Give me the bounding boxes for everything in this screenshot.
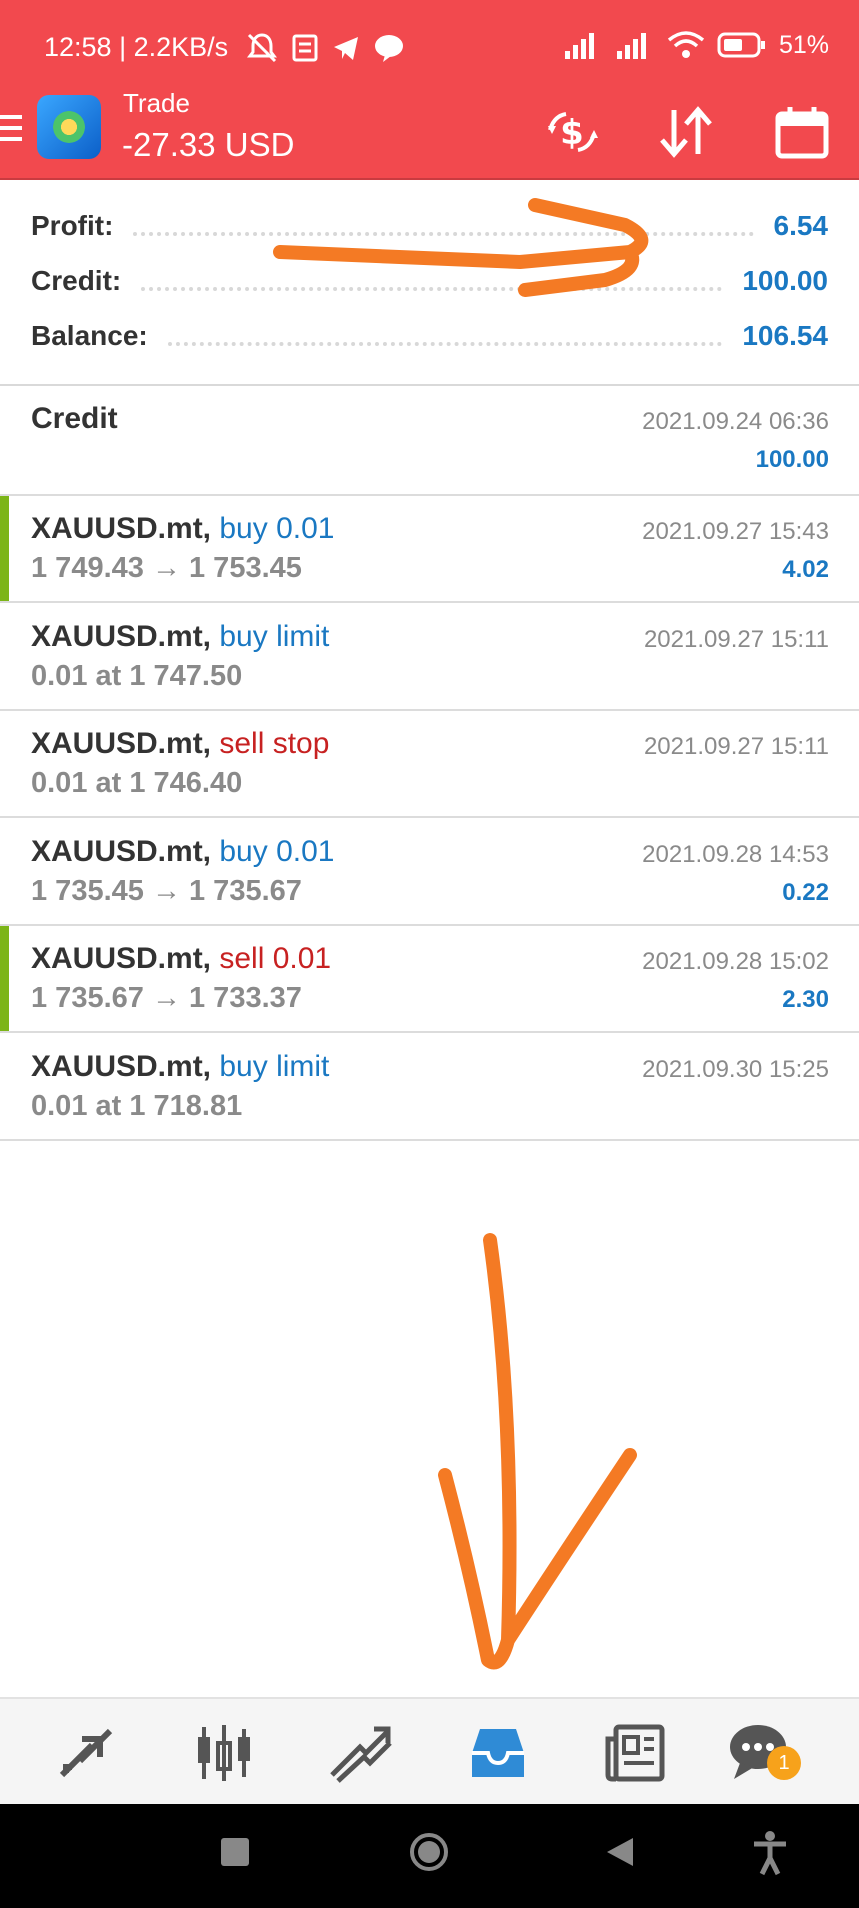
- credit-label: Credit:: [31, 265, 122, 296]
- app-bar: Trade -27.33 USD $: [0, 88, 859, 180]
- table-row[interactable]: XAUUSD.mt, sell 0.01 1 735.67 → 1 733.37 2…: [0, 926, 859, 1033]
- deal-action: buy limit: [219, 1049, 330, 1083]
- deal-symbol: XAUUSD.mt,: [31, 727, 212, 760]
- credit-row: Credit: 100.00: [31, 261, 828, 301]
- menu-icon[interactable]: [0, 115, 22, 145]
- status-bar: 12:58 | 2.2KB/s 51%: [0, 0, 859, 98]
- profit-row: Profit: 6.54: [31, 206, 828, 246]
- leader-dots: [141, 287, 723, 291]
- recents-icon[interactable]: [221, 1838, 249, 1866]
- status-time: 12:58 | 2.2KB/s: [44, 32, 229, 62]
- history-icon[interactable]: [464, 1719, 532, 1787]
- back-icon[interactable]: [605, 1836, 635, 1868]
- account-balance-change: -27.33 USD: [122, 126, 295, 163]
- profit-value: 6.54: [773, 210, 829, 241]
- chart-icon[interactable]: [190, 1719, 258, 1787]
- deal-amount: 0.22: [782, 878, 829, 906]
- sort-icon[interactable]: [658, 104, 714, 160]
- wifi-icon: [667, 31, 705, 58]
- position-marker: [0, 926, 9, 1031]
- notification-badge: 1: [767, 1746, 801, 1780]
- deal-symbol: XAUUSD.mt,: [31, 619, 212, 653]
- status-right: 51%: [563, 30, 829, 60]
- deal-detail: 1 735.45 → 1 735.67: [31, 874, 302, 907]
- accessibility-icon[interactable]: [750, 1830, 790, 1876]
- deal-symbol: XAUUSD.mt,: [31, 942, 212, 975]
- trade-icon[interactable]: [326, 1719, 394, 1787]
- news-icon[interactable]: [602, 1719, 670, 1787]
- deal-date: 2021.09.27 15:43: [642, 518, 829, 545]
- deal-detail: 1 735.67 → 1 733.37: [31, 982, 302, 1014]
- deal-action: sell 0.01: [219, 942, 332, 975]
- table-row[interactable]: XAUUSD.mt, sell stop 0.01 at 1 746.40 2021…: [0, 711, 859, 818]
- deal-title: XAUUSD.mt, sell 0.01: [31, 942, 331, 976]
- deal-action: buy 0.01: [219, 834, 335, 868]
- deal-title: XAUUSD.mt, buy 0.01: [31, 835, 334, 869]
- balance-value: 106.54: [742, 320, 828, 351]
- deal-detail: 0.01 at 1 747.50: [31, 659, 243, 692]
- list-item[interactable]: Credit 2021.09.24 06:36 100.00: [0, 386, 859, 496]
- account-summary: Profit: 6.54 Credit: 100.00 Balance: 106…: [0, 180, 859, 386]
- leader-dots: [133, 232, 754, 236]
- app-logo: [37, 95, 101, 159]
- telegram-icon: [334, 37, 358, 60]
- bell-off-icon: [247, 33, 277, 63]
- deal-date: 2021.09.24 06:36: [642, 408, 829, 435]
- deal-date: 2021.09.27 15:11: [643, 733, 829, 760]
- deal-action: buy 0.01: [219, 512, 335, 545]
- battery-level: 51%: [778, 30, 829, 59]
- page-title: Trade: [123, 88, 190, 118]
- notes-icon: [292, 34, 318, 62]
- calendar-icon[interactable]: [774, 104, 830, 160]
- deal-date: 2021.09.27 15:11: [643, 625, 829, 653]
- system-nav-bar: [0, 1804, 859, 1908]
- deal-date: 2021.09.28 14:53: [642, 840, 829, 868]
- deal-action: sell stop: [219, 727, 330, 760]
- credit-value: 100.00: [742, 265, 828, 296]
- leader-dots: [167, 342, 723, 346]
- home-icon[interactable]: [409, 1832, 449, 1872]
- deal-date: 2021.09.30 15:25: [642, 1055, 829, 1083]
- signal-icon: [616, 33, 646, 59]
- deal-detail: 0.01 at 1 746.40: [31, 767, 243, 799]
- table-row[interactable]: XAUUSD.mt, buy 0.01 1 749.43 → 1 753.45 20…: [0, 496, 859, 603]
- deal-amount: 4.02: [782, 556, 829, 583]
- deal-title: XAUUSD.mt, buy limit: [31, 1050, 329, 1084]
- deal-symbol: XAUUSD.mt,: [31, 1049, 212, 1083]
- balance-row: Balance: 106.54: [31, 316, 828, 356]
- deal-date: 2021.09.28 15:02: [642, 948, 829, 975]
- credit-title: Credit: [31, 402, 118, 435]
- status-icons: [245, 30, 405, 66]
- balance-label: Balance:: [31, 320, 148, 351]
- quotes-icon[interactable]: [52, 1719, 120, 1787]
- deal-detail: 0.01 at 1 718.81: [31, 1089, 243, 1122]
- table-row[interactable]: XAUUSD.mt, buy 0.01 1 735.45 → 1 735.67 20…: [0, 819, 859, 926]
- table-row[interactable]: XAUUSD.mt, buy limit 0.01 at 1 747.50 2021…: [0, 604, 859, 711]
- deal-title: XAUUSD.mt, buy limit: [31, 620, 329, 654]
- deal-symbol: XAUUSD.mt,: [31, 834, 212, 868]
- currency-exchange-icon[interactable]: $: [544, 104, 600, 160]
- deal-amount: 100.00: [755, 446, 829, 473]
- line-icon: [375, 35, 403, 62]
- deal-detail: 1 749.43 → 1 753.45: [31, 552, 302, 584]
- table-row[interactable]: XAUUSD.mt, buy limit 0.01 at 1 718.81 2021…: [0, 1034, 859, 1141]
- deal-title: XAUUSD.mt, sell stop: [31, 727, 329, 761]
- bottom-nav: [0, 1697, 859, 1805]
- profit-label: Profit:: [31, 210, 114, 241]
- deal-symbol: XAUUSD.mt,: [31, 512, 212, 545]
- svg-text:$: $: [560, 113, 584, 153]
- deal-title: XAUUSD.mt, buy 0.01: [31, 512, 334, 546]
- deal-amount: 2.30: [782, 986, 829, 1013]
- battery-icon: [717, 32, 765, 58]
- signal-icon: [564, 33, 594, 59]
- annotation-arrow-down: [438, 1233, 637, 1670]
- position-marker: [0, 496, 9, 601]
- deal-action: buy limit: [219, 619, 330, 653]
